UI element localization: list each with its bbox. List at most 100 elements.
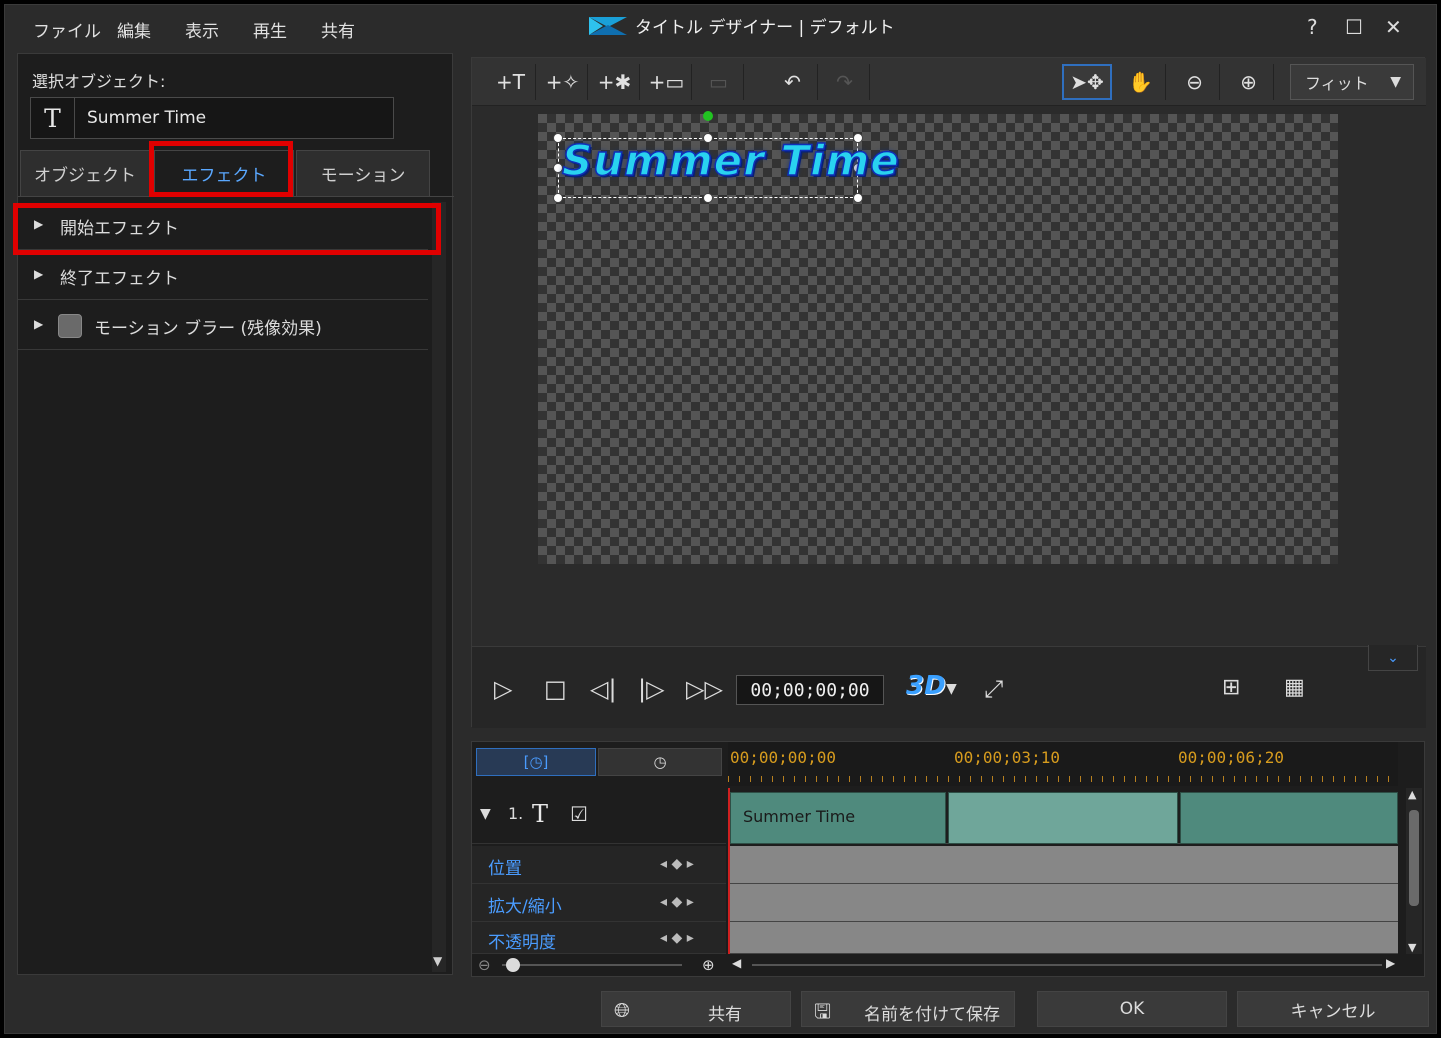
ruler-label: 00;00;03;10 <box>954 748 1060 767</box>
row-start-effect[interactable]: ▶ 開始エフェクト <box>18 202 428 250</box>
zoom-slider-track[interactable] <box>502 964 682 966</box>
selected-object-box[interactable]: T Summer Time <box>30 97 394 139</box>
tab-object[interactable]: オブジェクト <box>20 150 150 196</box>
keyframe-nav-icon[interactable]: ◂ ◆ ▸ <box>660 856 694 872</box>
share-button-label: 共有 <box>708 1005 742 1025</box>
zoom-minus-icon[interactable]: ⊖ <box>478 956 491 974</box>
grid-frame-icon[interactable]: ▦ <box>1284 675 1305 700</box>
scroll-up-icon[interactable]: ▲ <box>1408 788 1416 801</box>
insert-text-button[interactable]: +T <box>486 64 536 100</box>
property-lane[interactable] <box>728 884 1398 922</box>
resize-handle[interactable] <box>703 193 713 203</box>
cancel-button[interactable]: キャンセル <box>1237 991 1429 1027</box>
keyframe-nav-icon[interactable]: ◂ ◆ ▸ <box>660 894 694 910</box>
collapse-button[interactable]: ⌄ <box>1368 645 1418 671</box>
globe-icon: 🌐︎ <box>614 998 630 1022</box>
insert-background-button[interactable]: ▭ <box>694 64 744 100</box>
scroll-right-icon[interactable]: ▶ <box>1386 956 1395 970</box>
property-row-opacity[interactable]: 不透明度 ◂ ◆ ▸ <box>472 922 726 954</box>
insert-effect-button[interactable]: +✱ <box>590 64 640 100</box>
left-scrollbar[interactable]: ▼ <box>432 202 446 972</box>
expand-triangle-icon[interactable]: ▶ <box>34 217 43 231</box>
clip-end-segment[interactable] <box>1180 792 1398 844</box>
preview-canvas[interactable]: Summer Time <box>538 111 1338 564</box>
share-button[interactable]: 🌐︎ 共有 <box>601 991 791 1027</box>
property-lane[interactable] <box>728 922 1398 954</box>
property-label: 拡大/縮小 <box>488 897 562 917</box>
menu-view[interactable]: 表示 <box>185 17 219 42</box>
zoom-in-icon: ⊕ <box>1240 70 1257 94</box>
insert-particle-button[interactable]: +✧ <box>538 64 588 100</box>
3d-dropdown-arrow-icon[interactable]: ▼ <box>946 681 957 697</box>
undo-button[interactable]: ↶ <box>768 64 818 100</box>
save-as-button-label: 名前を付けて保存 <box>864 1005 1000 1025</box>
fast-forward-icon[interactable]: ▷▷ <box>686 675 723 703</box>
horizontal-scroll-track[interactable] <box>752 964 1382 966</box>
close-button[interactable]: ✕ <box>1385 15 1402 39</box>
ok-button[interactable]: OK <box>1037 991 1227 1027</box>
timeline-mode-clip-button[interactable]: [◷] <box>476 748 596 776</box>
scroll-down-icon[interactable]: ▼ <box>1408 941 1416 954</box>
clip-middle-segment[interactable] <box>948 792 1178 844</box>
resize-handle[interactable] <box>853 193 863 203</box>
safe-zone-icon[interactable]: ⊞ <box>1222 675 1240 700</box>
keyframe-nav-icon[interactable]: ◂ ◆ ▸ <box>660 930 694 946</box>
redo-button[interactable]: ↷ <box>820 64 870 100</box>
expand-triangle-icon[interactable]: ▶ <box>34 317 43 331</box>
property-label: 不透明度 <box>488 933 556 953</box>
row-end-effect[interactable]: ▶ 終了エフェクト <box>18 252 428 300</box>
property-label: 位置 <box>488 859 522 879</box>
menu-playback[interactable]: 再生 <box>253 17 287 42</box>
tab-motion[interactable]: モーション <box>296 150 430 196</box>
menu-share[interactable]: 共有 <box>321 17 355 42</box>
timeline-ruler[interactable]: 00;00;00;00 00;00;03;10 00;00;06;20 <box>728 742 1398 786</box>
maximize-button[interactable]: ☐ <box>1345 15 1363 39</box>
ruler-ticks <box>728 776 1398 782</box>
menu-file[interactable]: ファイル <box>33 17 101 42</box>
tab-effect[interactable]: エフェクト <box>154 150 294 196</box>
timeline-scrollbar[interactable]: ▲ ▼ <box>1406 788 1422 954</box>
expand-triangle-icon[interactable]: ▶ <box>34 267 43 281</box>
timeline-panel: [◷] ◷ 00;00;00;00 00;00;03;10 00;00;06;2… <box>471 741 1425 977</box>
next-frame-icon[interactable]: |▷ <box>638 675 665 703</box>
clip-label: Summer Time <box>743 807 856 826</box>
help-button[interactable]: ? <box>1307 15 1318 39</box>
track-header: ▼ 1. T ☑ <box>472 790 726 844</box>
undo-icon: ↶ <box>784 70 801 94</box>
track-visible-checkbox[interactable]: ☑ <box>570 802 588 826</box>
zoom-out-button[interactable]: ⊖ <box>1170 64 1220 100</box>
timeline-mode-time-button[interactable]: ◷ <box>598 748 722 776</box>
stop-icon[interactable]: □ <box>544 675 567 703</box>
property-row-position[interactable]: 位置 ◂ ◆ ▸ <box>472 846 726 884</box>
ruler-label: 00;00;00;00 <box>730 748 836 767</box>
save-as-button[interactable]: 🖫 名前を付けて保存 <box>801 991 1015 1027</box>
collapse-track-icon[interactable]: ▼ <box>480 806 491 822</box>
3d-mode-icon[interactable]: 3D <box>906 671 946 701</box>
dropdown-arrow-icon: ▼ <box>1390 74 1401 90</box>
fullscreen-icon[interactable]: ⤢ <box>984 675 1003 703</box>
insert-image-button[interactable]: +▭ <box>642 64 692 100</box>
property-row-scale[interactable]: 拡大/縮小 ◂ ◆ ▸ <box>472 884 726 922</box>
zoom-in-button[interactable]: ⊕ <box>1224 64 1274 100</box>
property-lane[interactable] <box>728 846 1398 884</box>
scroll-thumb[interactable] <box>1409 810 1419 906</box>
title-text-object[interactable]: Summer Time <box>561 135 900 186</box>
menu-edit[interactable]: 編集 <box>117 17 151 42</box>
motion-blur-checkbox[interactable] <box>58 314 82 338</box>
playhead-line[interactable] <box>728 788 730 954</box>
window-title-text: タイトル デザイナー | デフォルト <box>635 18 895 38</box>
hand-tool-button[interactable]: ✋ <box>1116 64 1166 100</box>
scroll-left-icon[interactable]: ◀ <box>732 956 741 970</box>
previous-frame-icon[interactable]: ◁| <box>590 675 617 703</box>
timecode-display[interactable]: 00;00;00;00 <box>736 675 884 705</box>
zoom-slider-thumb[interactable] <box>506 958 520 972</box>
zoom-plus-icon[interactable]: ⊕ <box>702 956 715 974</box>
rotate-handle[interactable] <box>703 111 713 121</box>
scroll-down-icon[interactable]: ▼ <box>433 954 442 968</box>
resize-handle[interactable] <box>553 193 563 203</box>
row-motion-blur[interactable]: ▶ モーション ブラー (残像効果) <box>18 302 428 350</box>
zoom-fit-dropdown[interactable]: フィット ▼ <box>1290 64 1414 100</box>
clip-start-segment[interactable]: Summer Time <box>730 792 946 844</box>
select-move-button[interactable]: ➤✥ <box>1062 64 1112 100</box>
play-icon[interactable]: ▷ <box>494 675 512 703</box>
